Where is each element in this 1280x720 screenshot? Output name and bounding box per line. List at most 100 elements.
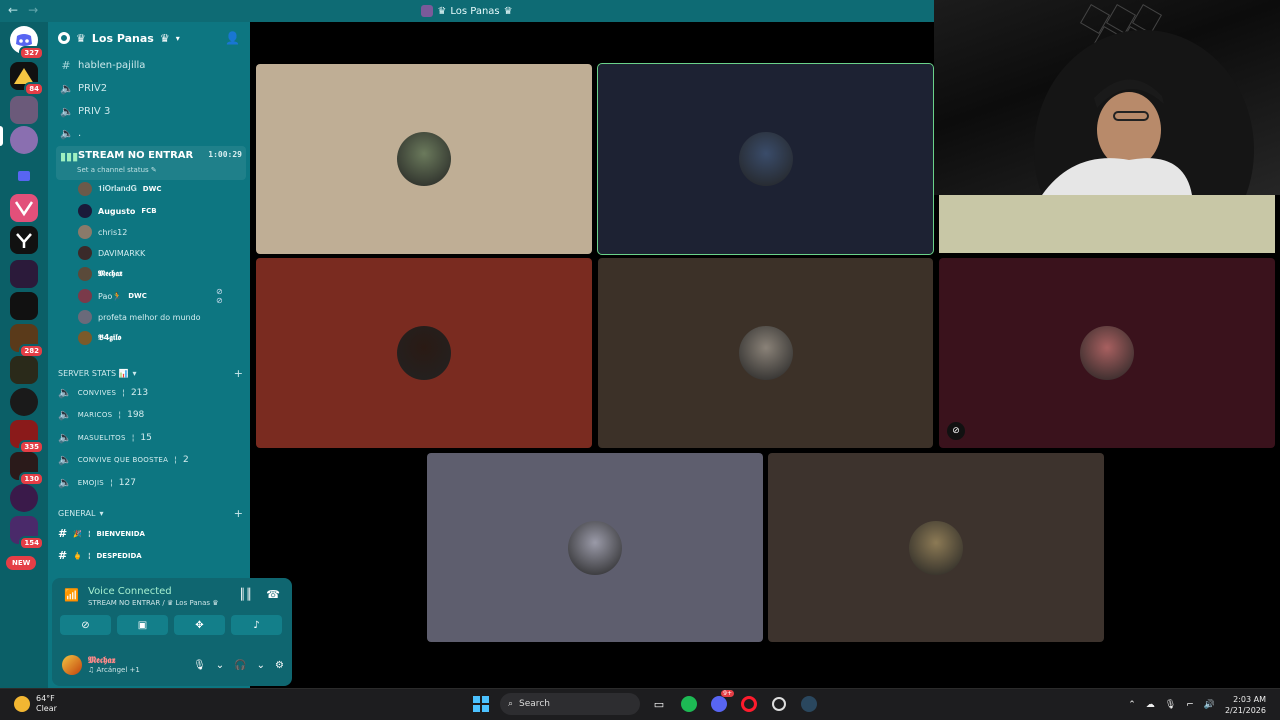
title-crown-left: ♛ — [437, 5, 447, 17]
channel-item[interactable]: # 🖕 ¦ DESPEDIDA — [58, 549, 142, 562]
webcam-tile-background — [939, 195, 1275, 253]
add-channel-icon[interactable]: + — [234, 507, 243, 520]
server-icon-14[interactable]: 154 — [10, 516, 44, 550]
stat-name: CONVIVE QUE BOOSTEA — [77, 455, 169, 464]
steam-button[interactable] — [798, 693, 820, 715]
clock-date: 2/21/2026 — [1224, 706, 1266, 715]
soundboard-button[interactable]: ♪ — [231, 615, 282, 635]
chevron-down-icon[interactable]: ⌄ — [216, 660, 224, 671]
user-tag: FCB — [141, 207, 157, 215]
signal-icon[interactable]: 📶 — [64, 588, 79, 602]
server-icon-9[interactable] — [10, 356, 38, 384]
taskbar: 64°F Clear ⌕ Search ▭ 9+ ⌃ ☁ 🎙 ⌐ 🔊 2:03 … — [0, 688, 1280, 720]
noise-suppression-icon[interactable]: ║║ — [239, 588, 252, 601]
headphones-icon[interactable]: 🎧 — [234, 660, 246, 671]
server-icon-12[interactable]: 130 — [10, 452, 44, 486]
network-icon[interactable]: ⌐ — [1186, 700, 1194, 710]
video-tile[interactable] — [598, 258, 933, 448]
chevron-down-icon[interactable]: ⌄ — [257, 660, 265, 671]
active-voice-channel[interactable]: ▮▮▮ STREAM NO ENTRAR 1:00:29 Set a chann… — [56, 146, 246, 180]
app-button[interactable] — [768, 693, 790, 715]
volume-icon[interactable]: 🔊 — [1204, 700, 1215, 710]
voice-user[interactable]: DAVIMARKK — [78, 243, 145, 263]
screen-share-button[interactable]: ▣ — [117, 615, 168, 635]
category-label: GENERAL — [58, 509, 96, 518]
server-icon-1[interactable]: 84 — [10, 62, 44, 96]
active-server-pill — [0, 126, 3, 146]
voice-user[interactable]: profeta melhor do mundo — [78, 307, 201, 327]
user-panel: 𝕸𝖊𝖈𝖍𝖆𝖝 ♫ Arcángel +1 🎙 ⌄ 🎧 ⌄ ⚙ — [62, 652, 284, 678]
server-icon-7[interactable] — [10, 292, 38, 320]
activities-button[interactable]: ✥ — [174, 615, 225, 635]
video-tile[interactable] — [256, 64, 592, 254]
channel-item[interactable]: 🔈 PRIV 3 — [56, 101, 246, 122]
voice-user-name: 𝕭4𝖌𝖎𝖑𝖔 — [98, 333, 122, 342]
guild-header[interactable]: ♛ Los Panas ♛ ▾ 👤 — [48, 22, 250, 54]
video-tile[interactable] — [256, 258, 592, 448]
category-general[interactable]: GENERAL ▾ + — [58, 507, 243, 520]
channel-item[interactable]: # 🎉 ¦ BIENVENIDA — [58, 527, 145, 540]
server-icon-3[interactable] — [10, 126, 38, 154]
voice-user[interactable]: Pao🏃 DWC ⊘ ⊘ — [78, 286, 223, 306]
activities-icon: ✥ — [195, 619, 204, 631]
search-box[interactable]: ⌕ Search — [500, 693, 640, 715]
chevron-up-icon[interactable]: ⌃ — [1128, 700, 1136, 710]
server-icon-2[interactable] — [10, 96, 38, 124]
add-member-icon[interactable]: 👤 — [225, 31, 240, 45]
voice-location[interactable]: STREAM NO ENTRAR / ♛ Los Panas ♛ — [88, 599, 219, 607]
disconnect-icon[interactable]: ☎ — [266, 588, 280, 601]
opera-button[interactable] — [738, 693, 760, 715]
stat-channel[interactable]: 🔈 CONVIVE QUE BOOSTEA ¦ 2 — [58, 453, 189, 466]
back-arrow-icon[interactable]: ← — [8, 3, 18, 17]
avatar[interactable] — [62, 655, 82, 675]
stat-channel[interactable]: 🔈 MARICOS ¦ 198 — [58, 408, 144, 421]
spotify-button[interactable] — [678, 693, 700, 715]
discord-home-icon[interactable]: 327 — [10, 26, 44, 60]
voice-user[interactable]: 𝟏𝐢𝐎𝐫𝐥𝐚𝐧𝐝𝐆 DWC — [78, 179, 161, 199]
onedrive-icon[interactable]: ☁ — [1146, 700, 1155, 710]
microphone-icon[interactable]: 🎙 — [1165, 700, 1176, 710]
video-tile[interactable]: ⊘ — [939, 258, 1275, 448]
new-unreads-badge[interactable]: NEW — [6, 556, 37, 570]
stat-value: 15 — [140, 432, 152, 443]
channel-item[interactable]: # hablen-pajilla — [56, 55, 246, 76]
voice-user[interactable]: chris12 — [78, 222, 127, 242]
server-folder-icon[interactable] — [10, 162, 38, 190]
stat-channel[interactable]: 🔈 EMOJIS ¦ 127 — [58, 476, 136, 489]
voice-user[interactable]: 𝕭4𝖌𝖎𝖑𝖔 — [78, 328, 121, 348]
server-icon-4[interactable] — [10, 194, 38, 222]
channel-status[interactable]: Set a channel status ✎ — [77, 166, 157, 174]
discord-button[interactable]: 9+ — [708, 690, 734, 715]
stat-channel[interactable]: 🔈 MASUELITOS ¦ 15 — [58, 431, 152, 444]
microphone-icon[interactable]: 🎙 — [193, 660, 206, 671]
settings-gear-icon[interactable]: ⚙ — [275, 660, 284, 671]
video-tile[interactable] — [427, 453, 763, 642]
clock[interactable]: 2:03 AM 2/21/2026 — [1225, 694, 1266, 716]
server-icon-11[interactable]: 335 — [10, 420, 44, 454]
add-channel-icon[interactable]: + — [234, 367, 243, 380]
camera-button[interactable]: ⊘ — [60, 615, 111, 635]
home-badge: 327 — [19, 46, 44, 60]
weather-widget[interactable]: 64°F Clear — [14, 694, 57, 714]
start-button[interactable] — [470, 693, 492, 715]
server-icon-8[interactable]: 282 — [10, 324, 44, 358]
server-icon-10[interactable] — [10, 388, 38, 416]
video-tile[interactable] — [768, 453, 1104, 642]
task-view-button[interactable]: ▭ — [648, 693, 670, 715]
channel-item[interactable]: 🔈 . — [56, 123, 246, 144]
server-icon-5[interactable] — [10, 226, 38, 254]
voice-status[interactable]: Voice Connected — [88, 586, 172, 597]
category-server-stats[interactable]: SERVER STATS 📊 ▾ + — [58, 367, 243, 380]
voice-user[interactable]: Augusto FCB — [78, 201, 157, 221]
stat-name: MARICOS — [77, 410, 113, 419]
forward-arrow-icon[interactable]: → — [28, 3, 38, 17]
server-rail: 327 84 282 335 130 154 NEW — [0, 22, 48, 688]
video-tile[interactable] — [597, 63, 934, 255]
server-icon-6[interactable] — [10, 260, 38, 288]
avatar — [78, 267, 92, 281]
channel-item[interactable]: 🔈 PRIV2 — [56, 78, 246, 99]
voice-user[interactable]: 𝕸𝖊𝖈𝖍𝖆𝖝 — [78, 264, 122, 284]
speaker-icon: 🔈 — [60, 82, 74, 95]
stat-channel[interactable]: 🔈 CONVIVES ¦ 213 — [58, 386, 148, 399]
server-icon-13[interactable] — [10, 484, 38, 512]
